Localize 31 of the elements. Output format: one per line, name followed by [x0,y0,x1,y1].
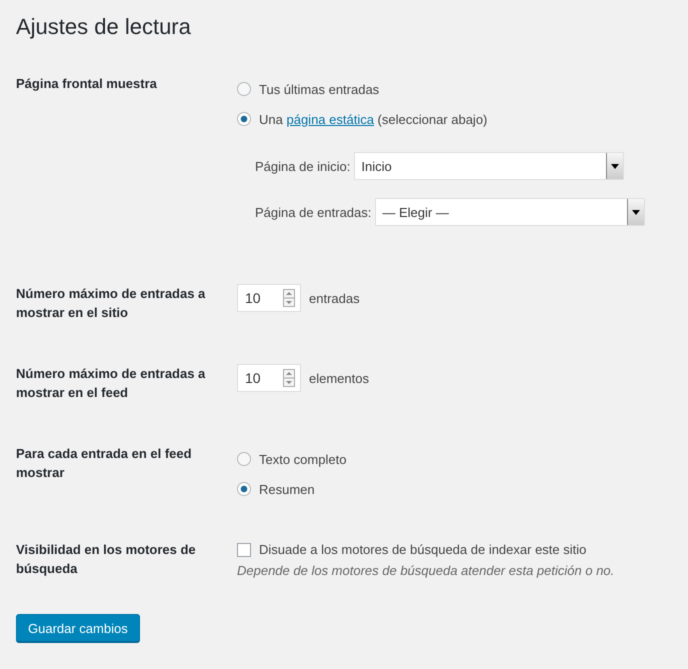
dropdown-caret-icon [611,164,620,168]
option-label: Una página estática (seleccionar abajo) [259,112,488,126]
number-field[interactable]: 10 [237,364,301,392]
setting-label: Visibilidad en los motores de búsqueda [16,541,197,578]
setting-label: Número máximo de entradas a mostrar en el feed [16,365,206,402]
field-label: Página de entradas: [255,204,372,220]
radio-button[interactable] [237,452,251,466]
setting-label: Número máximo de entradas a mostrar en el sitio [16,285,206,322]
link[interactable]: página estática [286,112,374,126]
option-label: Texto completo [259,452,346,466]
option-label: Resumen [259,482,315,496]
save-button[interactable]: Guardar cambios [16,614,140,642]
option-label: Tus últimas entradas [259,82,380,96]
checkbox[interactable] [237,542,251,556]
radio-button[interactable] [237,482,251,496]
spinner-icon[interactable] [283,289,295,307]
dropdown-caret-icon [632,210,640,214]
spinner-icon[interactable] [283,369,295,387]
setting-label: Página frontal muestra [16,75,158,93]
field-label: Página de inicio: [255,158,350,174]
unit-label: elementos [309,370,369,386]
unit-label: entradas [309,290,360,306]
checkbox-label: Disuade a los motores de búsqueda de indexar este sitio [259,542,586,557]
page-dropdown[interactable]: — Elegir — [375,198,646,226]
page-dropdown[interactable]: Inicio [354,152,624,180]
radio-button[interactable] [237,82,251,96]
number-field[interactable]: 10 [237,284,301,312]
radio-button[interactable] [237,112,251,126]
description-text: Depende de los motores de búsqueda atender esta petición o no. [237,563,616,578]
page-title: Ajustes de lectura [16,14,192,40]
setting-label: Para cada entrada en el feed mostrar [16,445,193,482]
